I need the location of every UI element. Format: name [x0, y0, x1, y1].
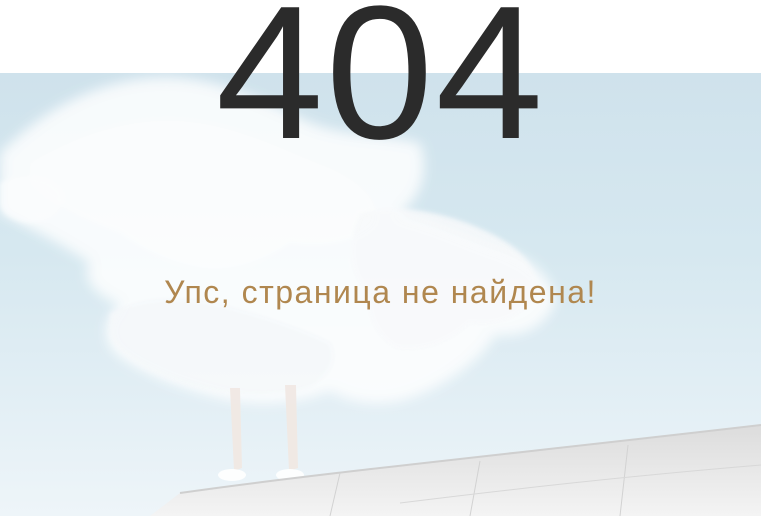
error-code: 404: [215, 0, 546, 179]
stone-ledge: [150, 424, 761, 516]
not-found-page: 404 Упс, страница не найдена!: [0, 0, 761, 516]
error-message: Упс, страница не найдена!: [164, 274, 597, 310]
